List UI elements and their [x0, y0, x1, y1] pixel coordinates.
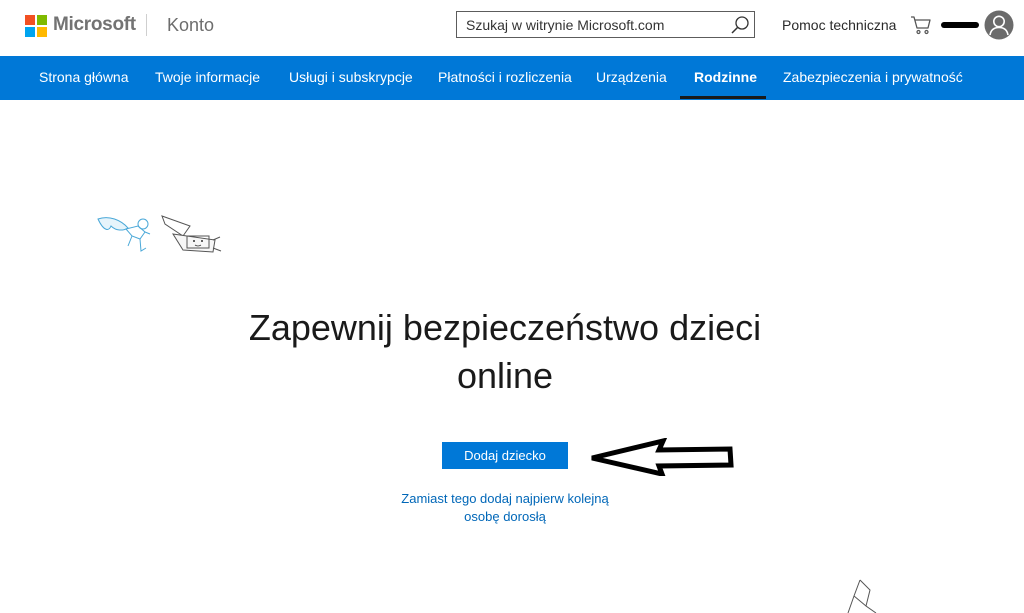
site-header: Microsoft Konto Pomoc techniczna — [0, 0, 1024, 56]
section-title[interactable]: Konto — [167, 15, 214, 36]
nav-item-payments[interactable]: Płatności i rozliczenia — [438, 69, 572, 85]
search-input[interactable] — [466, 16, 721, 34]
nav-item-security-privacy[interactable]: Zabezpieczenia i prywatność — [783, 69, 963, 85]
search-box — [456, 11, 755, 38]
nav-item-family[interactable]: Rodzinne — [694, 69, 757, 85]
search-icon[interactable] — [730, 15, 750, 35]
add-child-button[interactable]: Dodaj dziecko — [442, 442, 568, 469]
page-headline: Zapewnij bezpieczeństwo dzieci online — [200, 304, 810, 400]
microsoft-logo-icon[interactable] — [25, 15, 47, 37]
superhero-illustration-icon — [97, 215, 222, 253]
decoration-illustration-icon — [847, 579, 877, 613]
nav-item-home[interactable]: Strona główna — [39, 69, 129, 85]
alt-link-line-1: Zamiast tego dodaj najpierw kolejną — [401, 491, 609, 506]
alt-link-line-2: osobę dorosłą — [464, 509, 546, 524]
arrow-annotation-icon — [591, 438, 734, 476]
cart-icon[interactable] — [910, 14, 932, 36]
add-adult-first-link[interactable]: Zamiast tego dodaj najpierw kolejną osob… — [390, 490, 620, 526]
help-link[interactable]: Pomoc techniczna — [782, 17, 896, 33]
brand-name[interactable]: Microsoft — [53, 14, 136, 36]
account-nav-bar: Strona główna Twoje informacje Usługi i … — [0, 56, 1024, 100]
nav-item-services[interactable]: Usługi i subskrypcje — [289, 69, 413, 85]
nav-item-your-info[interactable]: Twoje informacje — [155, 69, 260, 85]
headline-line-1: Zapewnij bezpieczeństwo dzieci — [248, 307, 762, 348]
active-tab-indicator — [680, 96, 766, 99]
nav-item-devices[interactable]: Urządzenia — [596, 69, 667, 85]
redacted-username — [941, 22, 979, 28]
account-avatar-icon[interactable] — [984, 10, 1014, 40]
header-divider — [146, 14, 147, 36]
headline-line-2: online — [456, 355, 554, 396]
